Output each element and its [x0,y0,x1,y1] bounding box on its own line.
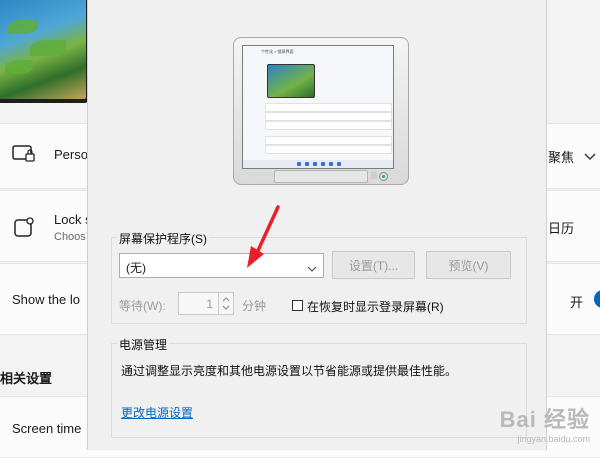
preview-button[interactable]: 预览(V) [426,251,511,279]
resume-login-label: 在恢复时显示登录屏幕(R) [307,300,444,314]
row-label: Lock s [54,212,92,227]
row-label: Screen time [12,421,82,436]
power-description: 通过调整显示亮度和其他电源设置以节省能源或提供最佳性能。 [121,364,458,378]
lock-screen-icon [12,144,36,169]
power-management-group [111,343,527,438]
row-value: 日历 [548,221,575,236]
wait-unit: 分钟 [242,299,267,313]
row-label: Show the lo [12,292,80,307]
watermark: Bai 经验 jingyan.baidu.com [500,402,590,444]
power-led-icon [379,172,388,181]
watermark-url: jingyan.baidu.com [517,434,590,444]
resume-login-checkbox[interactable] [292,300,303,311]
change-power-settings-link[interactable]: 更改电源设置 [121,404,193,421]
app-tile-icon [14,217,34,242]
chevron-down-icon [584,148,596,166]
monitor-base [274,170,368,183]
row-label: Perso [54,147,88,162]
wait-minutes-stepper[interactable]: 1 [178,292,234,315]
preview-title: 个性化 > 锁屏界面 [261,49,294,54]
monitor-preview: 个性化 > 锁屏界面 [233,37,409,185]
preview-screen: 个性化 > 锁屏界面 [242,45,394,169]
stepper-arrows[interactable] [218,293,233,314]
screen-saver-group-title: 屏幕保护程序(S) [117,230,209,247]
wait-label: 等待(W): [119,299,166,313]
related-settings-heading: 相关设置 [0,371,53,386]
wait-value: 1 [206,297,213,311]
power-group-title: 电源管理 [117,336,170,353]
row-value: 聚焦 [548,150,575,165]
watermark-logo: Bai 经验 [499,407,590,432]
toggle-state-label: 开 [570,295,584,310]
row-description: Choos [54,231,86,243]
annotation-arrow-icon [247,205,280,268]
lock-screen-preview-image [0,0,90,103]
screen-saver-dialog: 个性化 > 锁屏界面 屏幕保护程序(S) (无) 设置(T)... 预览(V) … [87,0,547,450]
toggle-switch[interactable] [594,290,600,308]
settings-button[interactable]: 设置(T)... [332,251,415,279]
screen-saver-selected: (无) [126,261,146,275]
screen-saver-select[interactable]: (无) [119,253,324,278]
chevron-down-icon [307,262,317,276]
